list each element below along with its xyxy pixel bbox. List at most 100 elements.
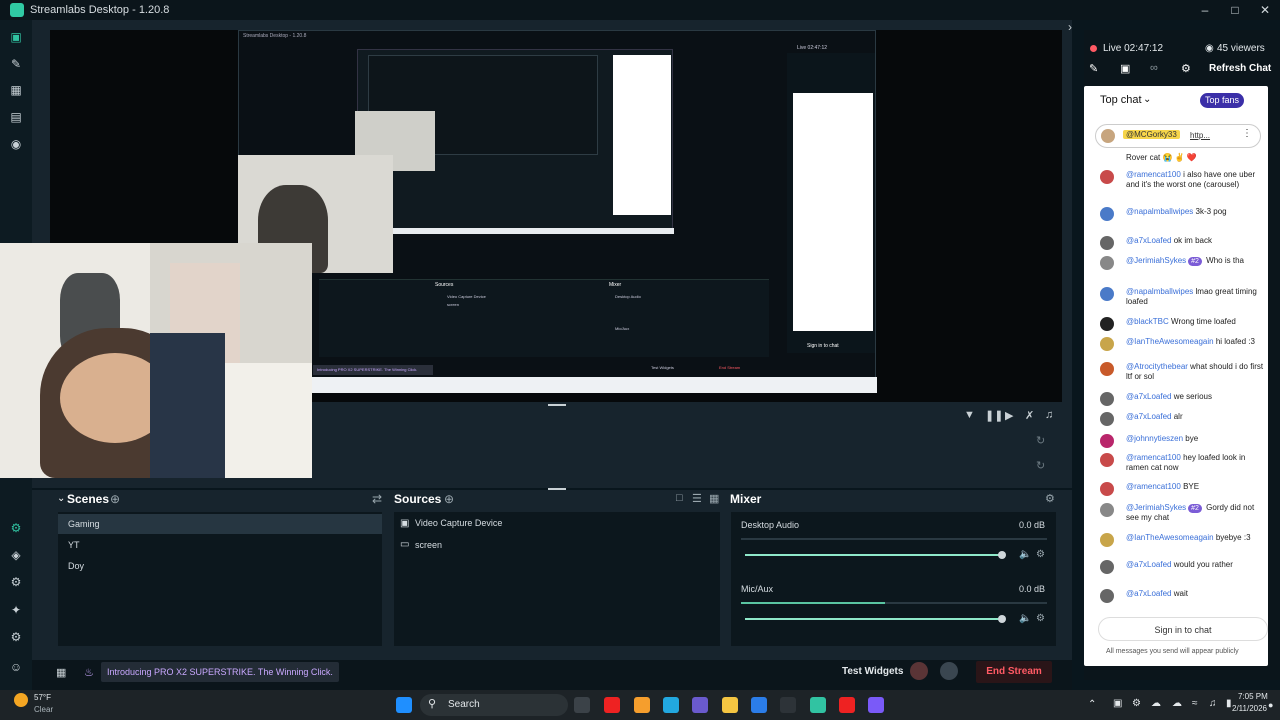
chevron-down-icon[interactable]: ⌄	[1143, 94, 1151, 105]
chat-username[interactable]: @blackTBC	[1126, 317, 1169, 326]
edge-icon[interactable]	[663, 697, 679, 713]
chat-username[interactable]: @a7xLoafed	[1126, 236, 1172, 245]
store-icon[interactable]	[751, 697, 767, 713]
popout-icon[interactable]: ▣	[1120, 62, 1130, 75]
mic-slider[interactable]	[745, 618, 1003, 620]
youtube-icon-2[interactable]	[839, 697, 855, 713]
gear-icon[interactable]: ⚙	[9, 575, 23, 589]
skip-icon[interactable]: ▶	[1005, 409, 1013, 422]
tray-icon-3[interactable]: ☁	[1151, 698, 1161, 709]
layout-icon[interactable]: ▤	[9, 110, 23, 124]
tray-icon-2[interactable]: ⚙	[1132, 698, 1141, 709]
chat-message[interactable]: @IanTheAwesomeagain hi loafed :3	[1126, 337, 1264, 347]
source-item-video-capture[interactable]: Video Capture Device	[415, 518, 502, 528]
chat-username[interactable]: @IanTheAwesomeagain	[1126, 337, 1214, 346]
maximize-icon[interactable]: □	[1220, 0, 1250, 20]
folder-icon[interactable]: □	[676, 492, 683, 504]
chat-message[interactable]: @blackTBC Wrong time loafed	[1126, 317, 1264, 327]
gear-icon[interactable]: ⚙	[1181, 62, 1191, 75]
chat-username[interactable]: @Atrocitythebear	[1126, 362, 1188, 371]
notification-icon[interactable]: ●	[1268, 700, 1273, 710]
chat-message[interactable]: @napalmballwipes lmao great timing loafe…	[1126, 287, 1264, 307]
chat-message[interactable]: @a7xLoafed wait	[1126, 589, 1264, 599]
palette-icon[interactable]: ◈	[9, 548, 23, 562]
chat-message[interactable]: @ramencat100 BYE	[1126, 482, 1264, 492]
chat-message[interactable]: @a7xLoafed we serious	[1126, 392, 1264, 402]
compass-icon[interactable]: ◉	[9, 137, 23, 151]
windows-start-icon[interactable]	[396, 697, 412, 713]
record-icon[interactable]	[910, 662, 928, 680]
chat-username[interactable]: @a7xLoafed	[1126, 412, 1172, 421]
chat-username[interactable]: @johnnytieszen	[1126, 434, 1183, 443]
scene-transition-icon[interactable]: ⇄	[372, 492, 382, 506]
desktop-audio-slider[interactable]	[745, 554, 1003, 556]
chat-username[interactable]: @ramencat100	[1126, 170, 1181, 179]
link-icon[interactable]: ∞	[1150, 62, 1158, 74]
top-fans-button[interactable]: Top fans	[1200, 93, 1245, 108]
pinned-link[interactable]: http...	[1190, 131, 1210, 140]
chat-username[interactable]: @a7xLoafed	[1126, 589, 1172, 598]
mute-icon[interactable]: ✗	[1025, 409, 1034, 422]
messenger-icon[interactable]	[868, 697, 884, 713]
add-scene-icon[interactable]: ⊕	[110, 492, 120, 506]
store-icon[interactable]: ▦	[9, 83, 23, 97]
youtube-icon[interactable]	[604, 697, 620, 713]
chat-username[interactable]: @IanTheAwesomeagain	[1126, 533, 1214, 542]
pencil-icon[interactable]: ✎	[9, 57, 23, 71]
chat-message[interactable]: @IanTheAwesomeagain byebye :3	[1126, 533, 1264, 543]
chevron-right-icon[interactable]: ›	[1068, 20, 1072, 34]
promo-banner[interactable]: Introducing PRO X2 SUPERSTRIKE. The Winn…	[101, 662, 339, 682]
mixer-settings-icon[interactable]: ⚙	[1045, 492, 1055, 505]
capcut-icon[interactable]	[780, 697, 796, 713]
chat-message[interactable]: @ramencat100 hey loafed look in ramen ca…	[1126, 453, 1264, 473]
streamlabs-icon[interactable]	[810, 697, 826, 713]
close-icon[interactable]: ✕	[1250, 0, 1280, 20]
chat-username[interactable]: @napalmballwipes	[1126, 207, 1193, 216]
more-icon[interactable]: ⋮	[1242, 128, 1252, 139]
plug-icon[interactable]: ⚙	[9, 521, 23, 535]
user-icon[interactable]: ☺	[9, 660, 23, 674]
filter-icon[interactable]: ▼	[964, 409, 975, 421]
refresh-icon[interactable]: ↻	[1036, 434, 1045, 447]
top-chat-dropdown[interactable]: Top chat	[1100, 94, 1142, 106]
scene-item-gaming[interactable]: Gaming	[58, 514, 382, 534]
replay-buffer-icon[interactable]	[940, 662, 958, 680]
pause-icon[interactable]: ❚❚	[985, 409, 1003, 422]
tray-icon-4[interactable]: ☁	[1172, 698, 1182, 709]
chat-username[interactable]: @napalmballwipes	[1126, 287, 1193, 296]
gear-icon[interactable]: ⚙	[1036, 549, 1045, 560]
chat-message[interactable]: @JerimiahSykes #2 Gordy did not see my ch…	[1126, 503, 1264, 523]
wifi-icon[interactable]: ≈	[1192, 698, 1198, 709]
chat-message[interactable]: @Atrocitythebear what should i do first …	[1126, 362, 1264, 382]
chat-username[interactable]: @a7xLoafed	[1126, 560, 1172, 569]
battery-icon[interactable]: ▮	[1226, 698, 1232, 709]
desktop-audio-knob[interactable]	[998, 551, 1006, 559]
tray-icon-1[interactable]: ▣	[1113, 698, 1122, 709]
settings-icon[interactable]: ⚙	[9, 630, 23, 644]
chat-message[interactable]: @a7xLoafed would you rather	[1126, 560, 1264, 570]
chat-message[interactable]: @ramencat100 i also have one uber and it…	[1126, 170, 1264, 190]
chat-message[interactable]: @JerimiahSykes #2 Who is tha	[1126, 256, 1264, 266]
chat-username[interactable]: @ramencat100	[1126, 453, 1181, 462]
end-stream-button[interactable]: End Stream	[976, 661, 1052, 683]
file-explorer-icon[interactable]	[722, 697, 738, 713]
chat-message[interactable]: @napalmballwipes 3k-3 pog	[1126, 207, 1264, 217]
test-widgets-button[interactable]: Test Widgets	[842, 666, 903, 677]
chat-username[interactable]: @JerimiahSykes	[1126, 256, 1186, 265]
scene-item-doy[interactable]: Doy	[58, 556, 382, 576]
volume-icon[interactable]: ♫	[1045, 409, 1053, 421]
taskbar-search[interactable]: Search	[420, 694, 568, 716]
chat-message[interactable]: @johnnytieszen bye	[1126, 434, 1264, 444]
refresh-chat-button[interactable]: Refresh Chat	[1209, 63, 1271, 74]
chat-message[interactable]: @a7xLoafed ok im back	[1126, 236, 1264, 246]
magic-icon[interactable]: ✦	[9, 603, 23, 617]
chat-username[interactable]: @JerimiahSykes	[1126, 503, 1186, 512]
teams-icon[interactable]	[692, 697, 708, 713]
mic-knob[interactable]	[998, 615, 1006, 623]
resize-handle[interactable]	[548, 404, 566, 406]
chat-username[interactable]: @a7xLoafed	[1126, 392, 1172, 401]
pencil-icon[interactable]: ✎	[1089, 62, 1098, 75]
stats-icon[interactable]: ▦	[56, 666, 66, 679]
task-view-icon[interactable]	[574, 697, 590, 713]
sign-in-chat-button[interactable]: Sign in to chat	[1098, 617, 1268, 641]
